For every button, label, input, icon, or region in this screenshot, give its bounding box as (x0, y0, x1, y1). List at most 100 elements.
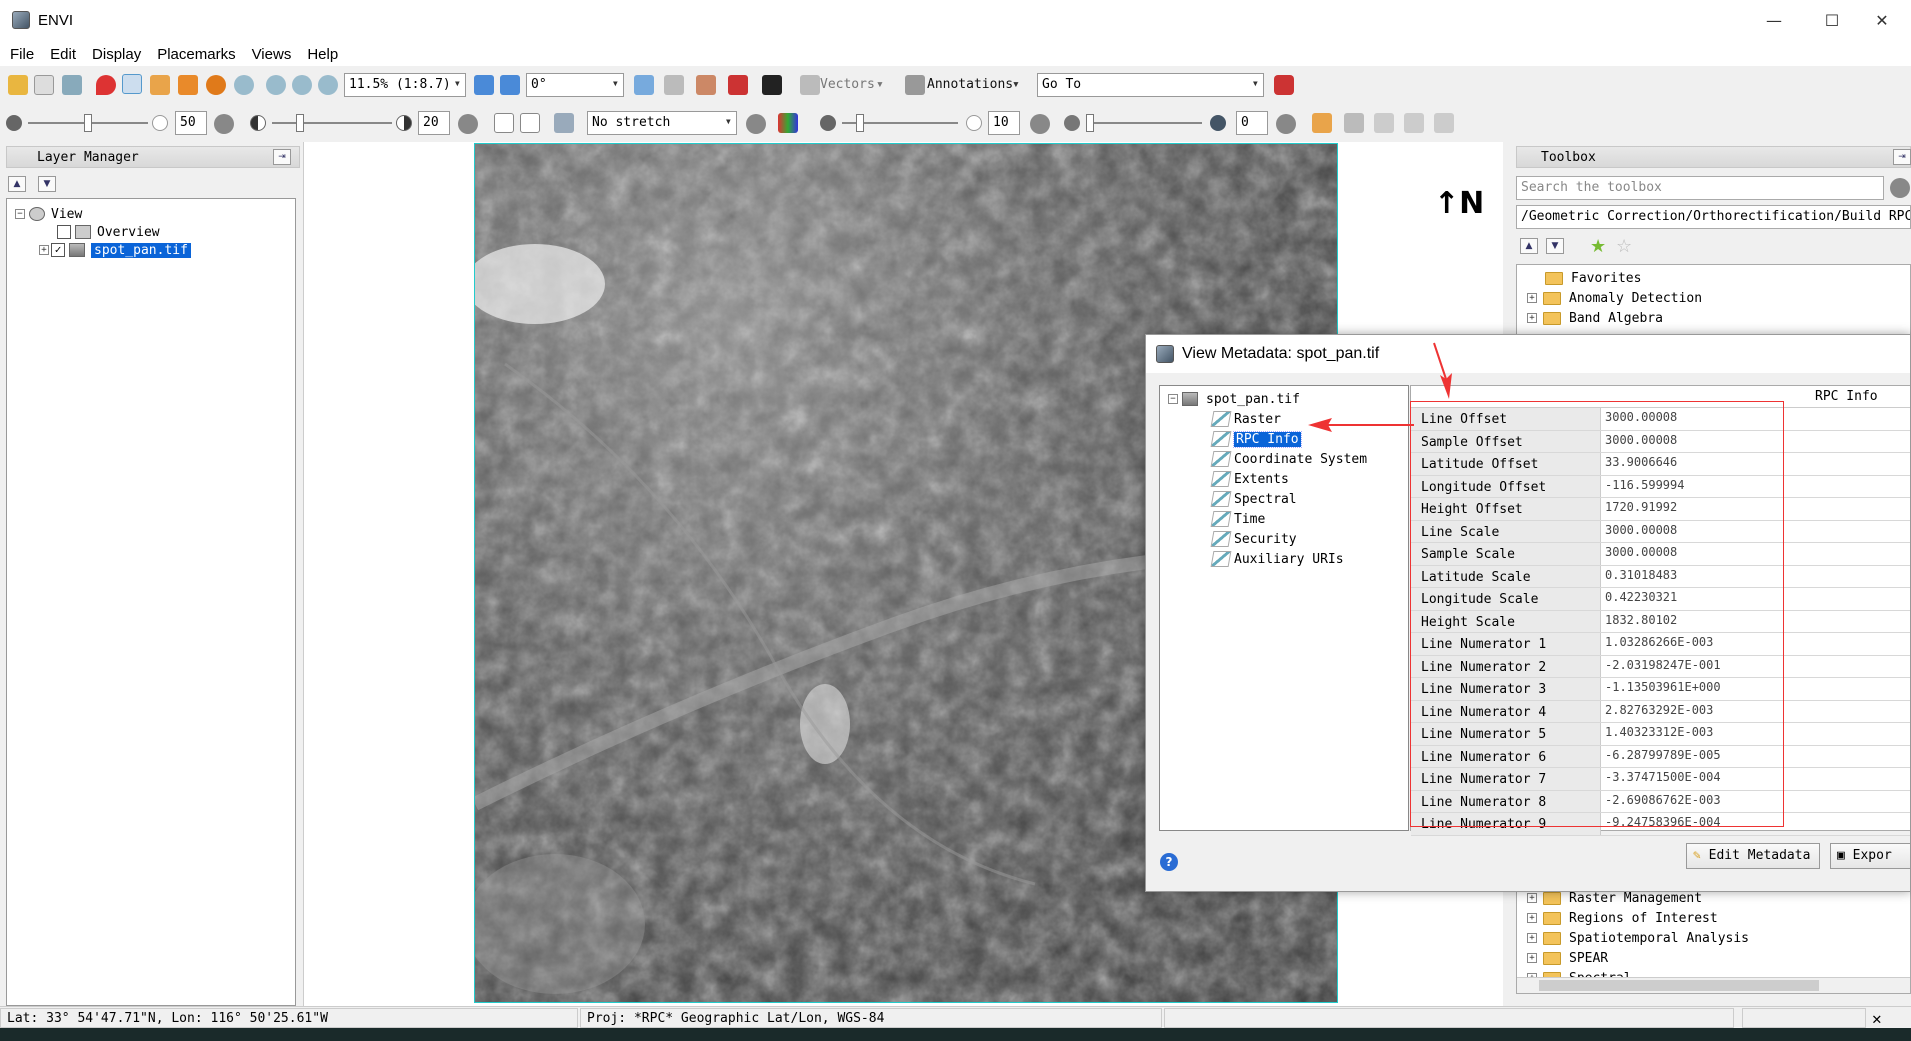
toolbox-item-anomaly[interactable]: + Anomaly Detection (1527, 289, 1702, 307)
favorite-star-icon[interactable]: ★ (1590, 236, 1606, 257)
blend-icon[interactable] (1344, 113, 1364, 133)
portal-icon[interactable] (696, 75, 716, 95)
refresh-icon[interactable] (1030, 114, 1050, 134)
flicker-icon[interactable] (664, 75, 684, 95)
collapse-icon[interactable]: − (15, 209, 25, 219)
menu-help[interactable]: Help (307, 46, 338, 63)
toolbox-item-roi[interactable]: + Regions of Interest (1527, 909, 1718, 927)
expand-all-icon[interactable]: ▼ (1546, 238, 1564, 254)
stretch-full-icon[interactable] (520, 113, 540, 133)
clipboard-icon[interactable] (34, 75, 54, 95)
rpc-value[interactable]: -6.28799789E-005 (1603, 746, 1910, 768)
tree-item-view[interactable]: − View (15, 205, 82, 223)
chip-display-icon[interactable] (728, 75, 748, 95)
rpc-value[interactable]: 1832.80102 (1603, 611, 1910, 633)
zoom-combo[interactable]: 11.5% (1:8.7) ▾ (344, 73, 466, 97)
close-button[interactable]: ✕ (1853, 0, 1911, 40)
table-row[interactable]: Line Numerator 3 -1.13503961E+000 (1411, 678, 1910, 701)
rpc-value[interactable]: 2.82763292E-003 (1603, 701, 1910, 723)
rpc-value[interactable]: 1.40323312E-003 (1603, 723, 1910, 745)
metadata-root[interactable]: − spot_pan.tif (1168, 390, 1300, 408)
annotations-menu[interactable]: Annotations (927, 77, 1013, 92)
transparency-value[interactable]: 0 (1236, 111, 1268, 135)
minimize-button[interactable]: — (1745, 0, 1803, 40)
refresh-icon[interactable] (1276, 114, 1296, 134)
scrollbar-thumb[interactable] (1539, 980, 1819, 991)
table-row[interactable]: Line Scale 3000.00008 (1411, 520, 1910, 543)
refresh-icon[interactable] (214, 114, 234, 134)
contrast-value[interactable]: 20 (418, 111, 450, 135)
rotate-icon[interactable] (206, 75, 226, 95)
sharpen-slider[interactable] (842, 114, 958, 132)
collapse-all-icon[interactable]: ▲ (8, 176, 26, 192)
table-row[interactable]: Line Numerator 8 -2.69086762E-003 (1411, 790, 1910, 813)
table-row[interactable]: Longitude Offset -116.599994 (1411, 475, 1910, 498)
refresh-icon[interactable] (458, 114, 478, 134)
slider-thumb[interactable] (856, 114, 864, 132)
refresh-icon[interactable] (1890, 178, 1910, 198)
placemark-icon[interactable] (96, 75, 116, 95)
color-table-icon[interactable] (778, 113, 798, 133)
slider-thumb[interactable] (296, 114, 304, 132)
toolbox-item-band-algebra[interactable]: + Band Algebra (1527, 309, 1663, 327)
rpc-value[interactable]: 3000.00008 (1603, 521, 1910, 543)
zoom-in-icon[interactable] (266, 75, 286, 95)
toolbox-search-input[interactable]: Search the toolbox (1516, 176, 1884, 200)
select-arrow-icon[interactable] (122, 74, 142, 94)
cursor-value-icon[interactable] (1312, 113, 1332, 133)
view-layout-icon[interactable] (1374, 113, 1394, 133)
metadata-item-coordinate-system[interactable]: Coordinate System (1210, 450, 1367, 468)
rpc-value[interactable]: 0.42230321 (1603, 588, 1910, 610)
rpc-value[interactable]: 0.31018483 (1603, 566, 1910, 588)
rpc-value[interactable]: -1.13503961E+000 (1603, 678, 1910, 700)
rpc-value[interactable]: 33.9006646 (1603, 453, 1910, 475)
rpc-value[interactable]: 1.03286266E-003 (1603, 633, 1910, 655)
vectors-menu[interactable]: Vectors (820, 77, 875, 92)
tree-item-layer[interactable]: + ✓ spot_pan.tif (39, 241, 191, 259)
table-row[interactable]: Height Scale 1832.80102 (1411, 610, 1910, 633)
table-row[interactable]: Line Numerator 5 1.40323312E-003 (1411, 723, 1910, 746)
collapse-icon[interactable]: − (1168, 394, 1178, 404)
expand-icon[interactable]: + (1527, 293, 1537, 303)
rpc-value[interactable]: -9.24758396E-004 (1603, 813, 1910, 835)
metadata-item-raster[interactable]: Raster (1210, 410, 1281, 428)
edit-metadata-button[interactable]: ✎ Edit Metadata (1686, 843, 1820, 869)
rpc-value[interactable]: -2.03198247E-001 (1603, 656, 1910, 678)
menu-file[interactable]: File (10, 46, 34, 63)
stretch-combo[interactable]: No stretch ▾ (587, 111, 737, 135)
export-button[interactable]: ▣ Expor (1830, 843, 1910, 869)
zoom-icon[interactable] (234, 75, 254, 95)
menu-placemarks[interactable]: Placemarks (157, 46, 235, 63)
undock-icon[interactable]: ⇥ (273, 149, 291, 165)
rpc-value[interactable]: 3000.00008 (1603, 408, 1910, 430)
table-row[interactable]: Line Numerator 1 1.03286266E-003 (1411, 633, 1910, 656)
expand-icon[interactable]: + (1527, 933, 1537, 943)
stretch-roi-icon[interactable] (494, 113, 514, 133)
tree-item-overview[interactable]: Overview (51, 223, 160, 241)
toolbox-item-spear[interactable]: + SPEAR (1527, 949, 1608, 967)
slider-thumb[interactable] (1086, 114, 1094, 132)
table-row[interactable]: Line Offset 3000.00008 (1411, 408, 1910, 431)
metadata-item-time[interactable]: Time (1210, 510, 1265, 528)
table-row[interactable]: Sample Scale 3000.00008 (1411, 543, 1910, 566)
expand-icon[interactable]: + (1527, 893, 1537, 903)
transparency-slider[interactable] (1086, 114, 1202, 132)
rpc-value[interactable]: 1720.91992 (1603, 498, 1910, 520)
rpc-value[interactable]: 3000.00008 (1603, 543, 1910, 565)
menu-edit[interactable]: Edit (50, 46, 76, 63)
table-row[interactable]: Height Offset 1720.91992 (1411, 498, 1910, 521)
crop-icon[interactable] (62, 75, 82, 95)
brightness-slider[interactable] (28, 114, 148, 132)
rotation-combo[interactable]: 0° ▾ (526, 73, 624, 97)
exit-icon[interactable] (1274, 75, 1294, 95)
sync-views-icon[interactable] (1434, 113, 1454, 133)
layer-checkbox[interactable]: ✓ (51, 243, 65, 257)
zoom-out-icon[interactable] (292, 75, 312, 95)
toolbox-item-spatiotemporal[interactable]: + Spatiotemporal Analysis (1527, 929, 1749, 947)
fly-icon[interactable] (178, 75, 198, 95)
pan-hand-icon[interactable] (150, 75, 170, 95)
open-icon[interactable] (8, 75, 28, 95)
undock-icon[interactable]: ⇥ (1893, 149, 1911, 165)
metadata-item-spectral[interactable]: Spectral (1210, 490, 1297, 508)
table-row[interactable]: Line Numerator 7 -3.37471500E-004 (1411, 768, 1910, 791)
